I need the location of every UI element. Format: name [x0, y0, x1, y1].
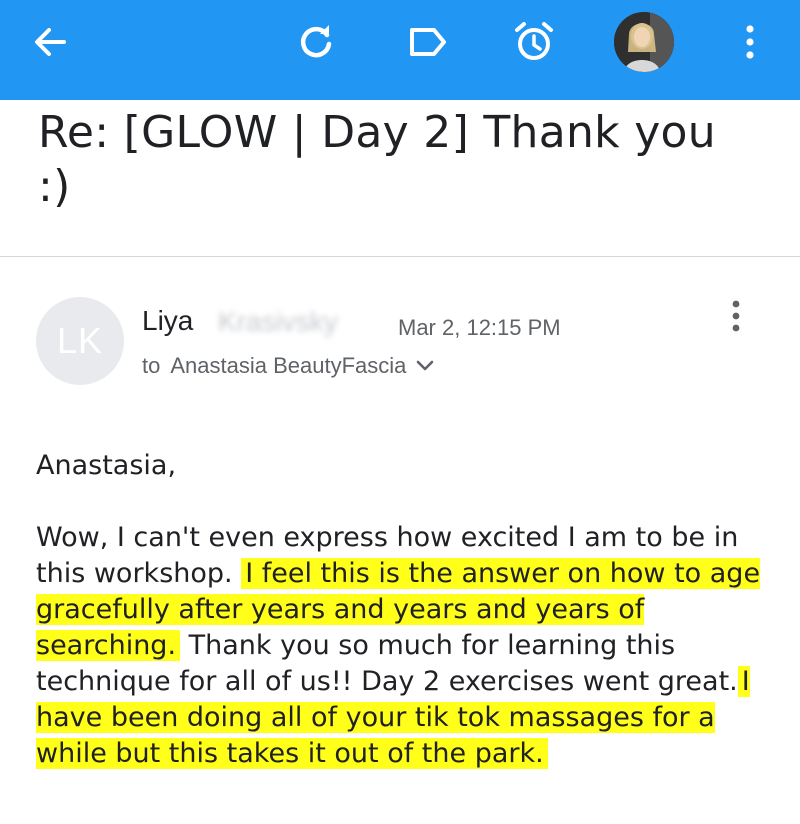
- sender-name: Liya: [142, 305, 194, 336]
- sender-surname-blurred: Krasivsky: [218, 306, 338, 337]
- email-subject: Re: [GLOW | Day 2] Thank you :): [38, 107, 716, 212]
- alarm-clock-icon: [515, 22, 553, 60]
- email-body: Anastasia, Wow, I can't even express how…: [36, 448, 776, 772]
- recipient-name: Anastasia BeautyFascia: [170, 353, 407, 378]
- recipient-details-toggle[interactable]: to Anastasia BeautyFascia: [142, 353, 434, 379]
- refresh-button[interactable]: [284, 10, 348, 74]
- top-app-bar: [0, 0, 800, 100]
- sender-avatar[interactable]: LK: [36, 297, 124, 385]
- snooze-button[interactable]: [502, 10, 566, 74]
- profile-photo-icon: [614, 12, 674, 72]
- more-vertical-icon: [732, 300, 740, 332]
- more-options-button[interactable]: [718, 10, 782, 74]
- email-paragraph: Wow, I can't even express how excited I …: [36, 520, 776, 772]
- recipient-to-label: to: [142, 353, 161, 378]
- label-icon: [410, 28, 446, 56]
- account-avatar[interactable]: [614, 12, 674, 72]
- arrow-back-icon: [35, 28, 66, 56]
- back-button[interactable]: [18, 10, 82, 74]
- more-vertical-icon: [746, 25, 754, 59]
- refresh-icon: [300, 25, 332, 58]
- email-greeting: Anastasia,: [36, 450, 177, 481]
- message-more-button[interactable]: [718, 294, 754, 338]
- subject-area: Re: [GLOW | Day 2] Thank you :): [0, 100, 800, 257]
- email-date: Mar 2, 12:15 PM: [398, 315, 561, 340]
- chevron-down-icon: [416, 360, 434, 372]
- label-button[interactable]: [396, 10, 460, 74]
